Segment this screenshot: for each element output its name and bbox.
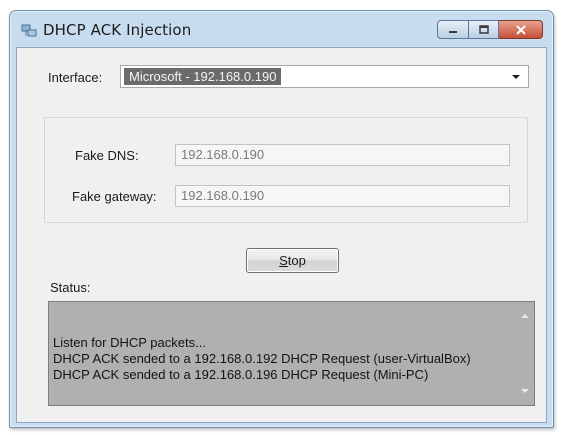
minimize-button[interactable] — [437, 20, 469, 39]
status-line: DHCP ACK sended to a 192.168.0.196 DHCP … — [53, 367, 429, 382]
fake-dns-label: Fake DNS: — [75, 148, 139, 163]
status-lines: Listen for DHCP packets... DHCP ACK send… — [53, 335, 471, 383]
maximize-icon — [478, 25, 489, 34]
client-area: Interface: Microsoft - 192.168.0.190 Fak… — [16, 47, 547, 423]
status-log[interactable]: Listen for DHCP packets... DHCP ACK send… — [48, 301, 535, 406]
stop-button-accesskey: S — [279, 253, 288, 268]
interface-dropdown[interactable]: Microsoft - 192.168.0.190 — [120, 65, 529, 88]
stop-button-label: top — [287, 253, 306, 268]
interface-selected-value: Microsoft - 192.168.0.190 — [124, 68, 282, 85]
close-button[interactable] — [499, 20, 543, 39]
fake-gateway-input[interactable]: 192.168.0.190 — [175, 185, 510, 207]
status-line: Listen for DHCP packets... — [53, 335, 206, 350]
chevron-down-icon[interactable] — [510, 71, 522, 83]
app-window: DHCP ACK Injection Interface: Microsoft … — [9, 10, 554, 428]
scroll-down-arrow-icon[interactable] — [520, 387, 530, 395]
title-bar[interactable]: DHCP ACK Injection — [10, 11, 553, 47]
minimize-icon — [449, 30, 457, 33]
network-app-icon — [21, 24, 37, 37]
fake-dns-input[interactable]: 192.168.0.190 — [175, 144, 510, 166]
fake-gateway-label: Fake gateway: — [72, 189, 157, 204]
window-title: DHCP ACK Injection — [43, 21, 192, 39]
close-icon — [515, 24, 526, 35]
status-line: DHCP ACK sended to a 192.168.0.192 DHCP … — [53, 351, 471, 366]
interface-label: Interface: — [48, 70, 103, 85]
fake-settings-group — [44, 117, 528, 223]
scroll-up-arrow-icon[interactable] — [520, 312, 530, 320]
status-scrollbar[interactable] — [517, 302, 534, 405]
maximize-button[interactable] — [469, 20, 499, 39]
status-label: Status: — [50, 280, 91, 295]
stop-button[interactable]: Stop — [246, 248, 339, 273]
